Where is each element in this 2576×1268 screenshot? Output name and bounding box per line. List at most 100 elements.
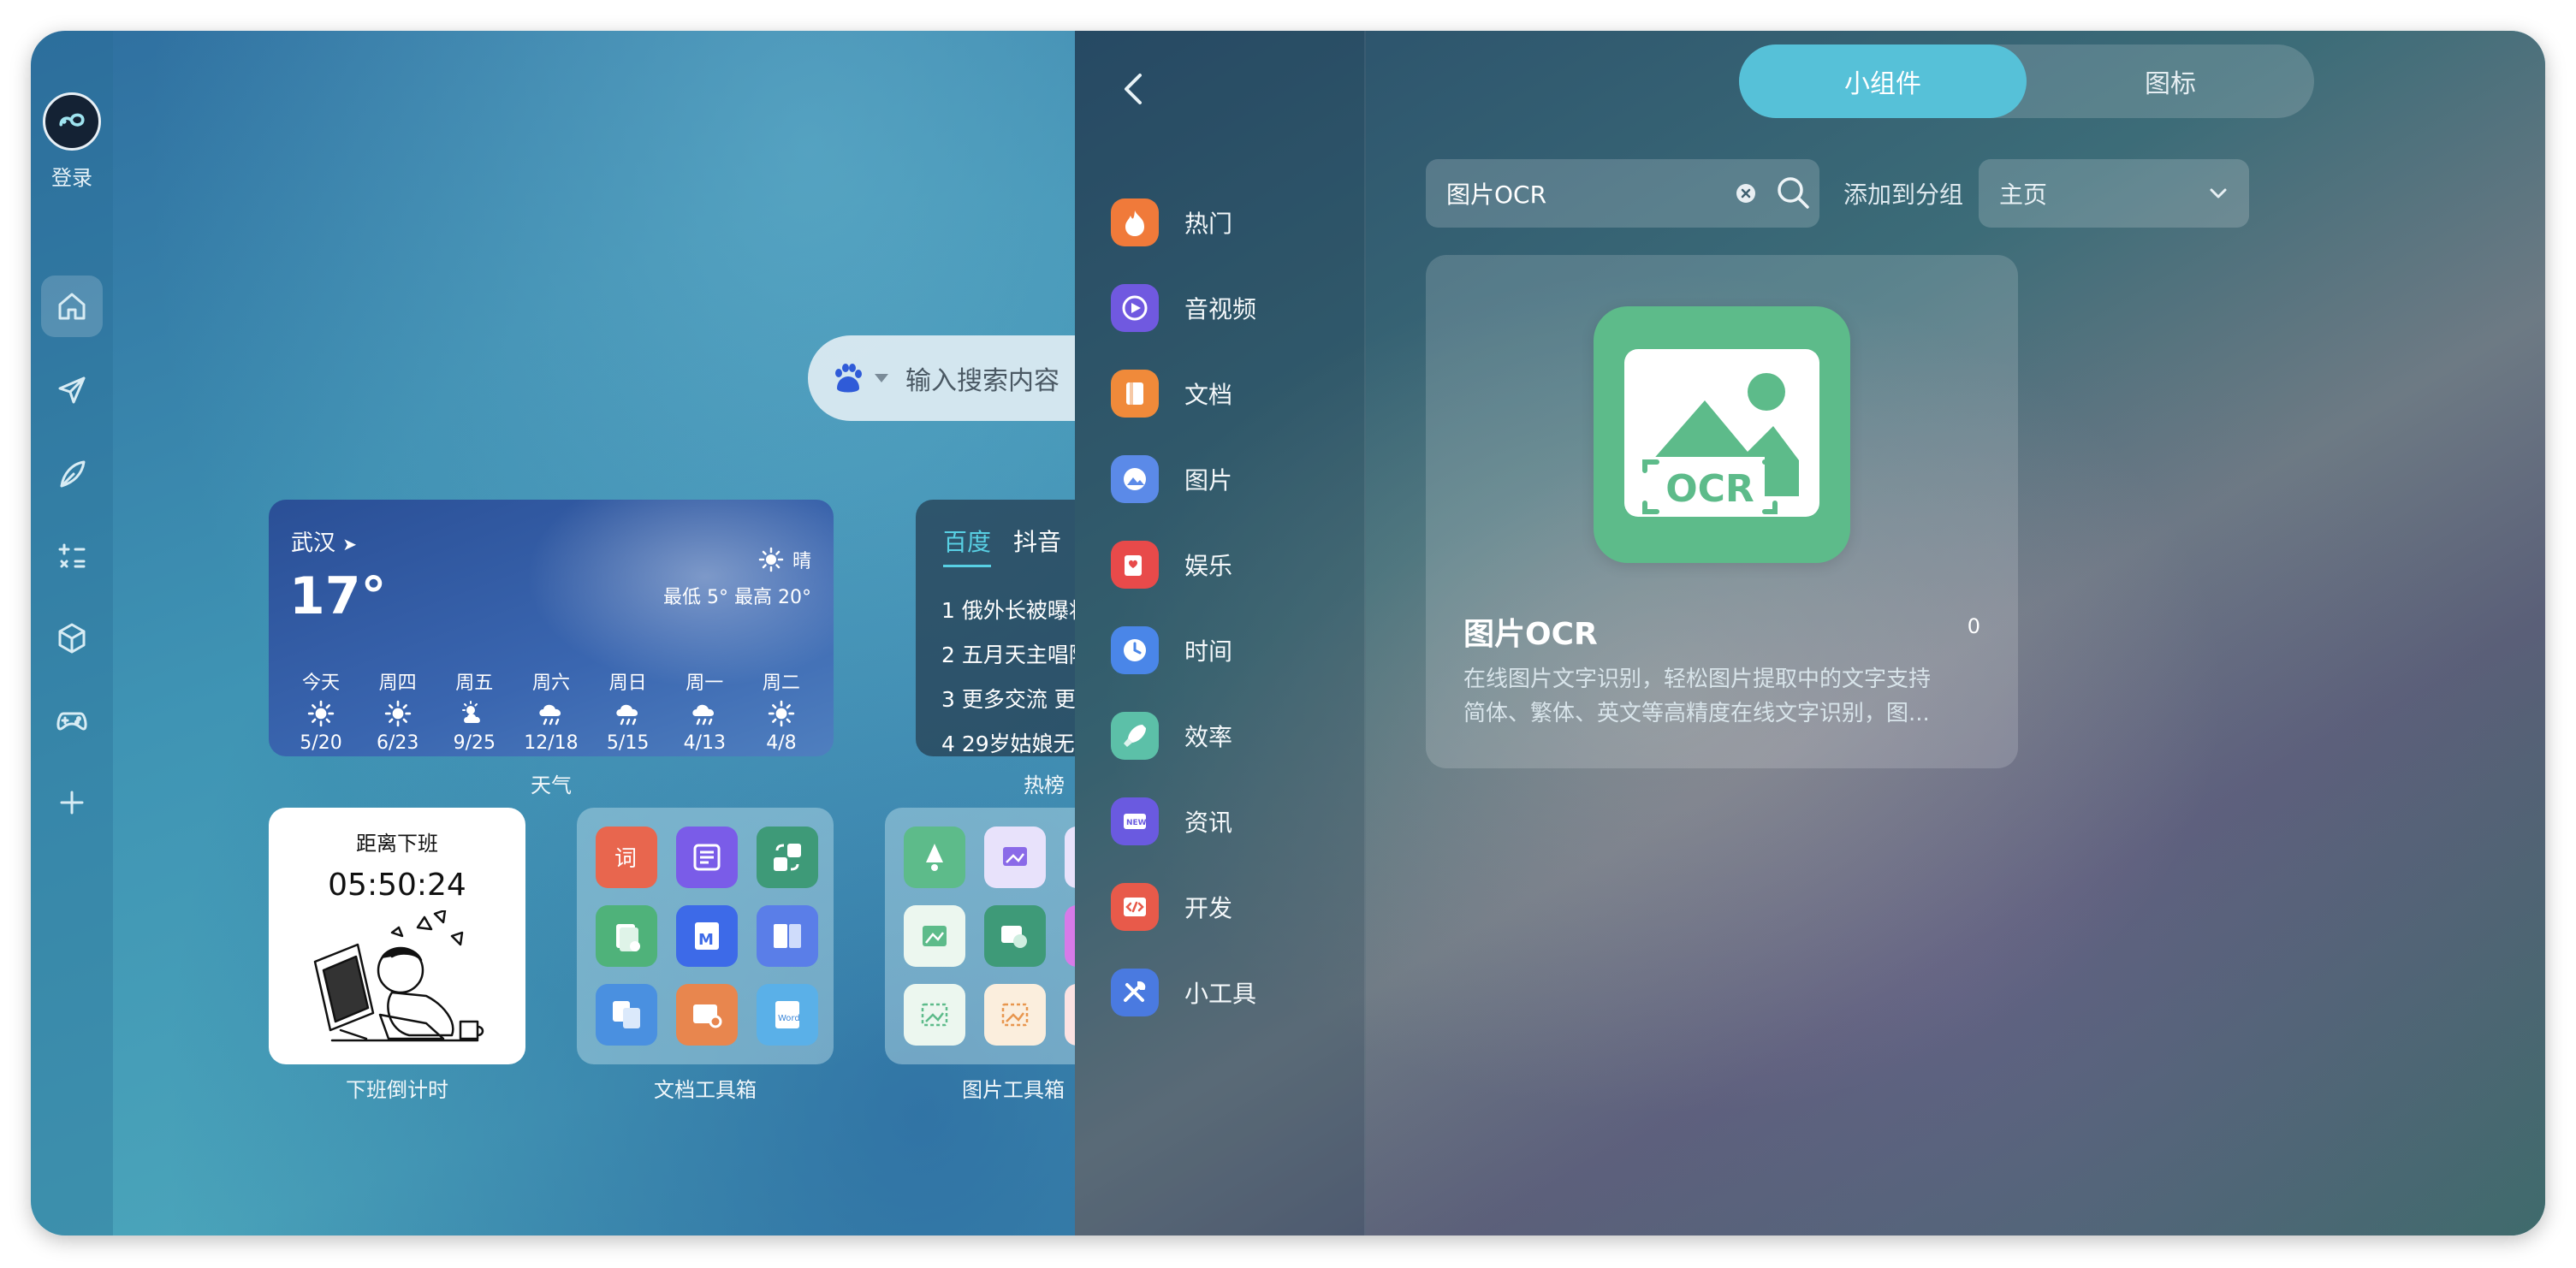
left-rail: 登录	[31, 31, 113, 1235]
forecast-day-name: 周四	[378, 673, 417, 694]
feather-icon[interactable]	[41, 443, 103, 505]
hot-list-item[interactable]: 4 29岁姑娘无症	[941, 722, 1097, 756]
reader-tool-icon[interactable]	[757, 905, 818, 967]
doc-toolbox-widget[interactable]: 词 M Word	[577, 808, 834, 1064]
tab-icons[interactable]: 图标	[2027, 44, 2314, 118]
news-icon: NEW	[1111, 797, 1159, 845]
clock-icon	[1111, 626, 1159, 674]
category-item[interactable]: 时间	[1111, 623, 1232, 678]
category-item[interactable]: 开发	[1111, 880, 1232, 934]
svg-text:Word: Word	[778, 1014, 800, 1023]
search-placeholder[interactable]: 输入搜索内容	[905, 359, 1059, 397]
image-compress-tool-icon[interactable]	[904, 905, 965, 967]
widget-desc-line-1: 在线图片文字识别，轻松图片提取中的文字支持	[1463, 667, 1932, 692]
hot-list-item[interactable]: 3 更多交流 更多	[941, 678, 1097, 722]
code-icon	[1111, 883, 1159, 931]
forecast-day-date: 12/18	[524, 732, 579, 754]
category-label: 开发	[1184, 894, 1233, 922]
category-item[interactable]: 小工具	[1111, 965, 1256, 1020]
doc-toolbox-label: 文档工具箱	[654, 1078, 757, 1102]
clear-icon[interactable]	[1732, 180, 1760, 207]
send-icon[interactable]	[41, 359, 103, 421]
hot-tab[interactable]: 百度	[943, 524, 992, 567]
add-icon[interactable]	[41, 772, 103, 833]
weather-forecast: 今天 5/20 周四 6/23 周五 9/25 周六 12/18 周日 5/15 周一 4…	[284, 667, 818, 754]
countdown-title: 距离下班	[356, 832, 438, 856]
img-toolbox-widget[interactable]	[885, 808, 1126, 1064]
widget-title: 图片OCR	[1463, 617, 1598, 652]
sun-icon	[361, 698, 435, 729]
app-window: 登录 输入搜索内容 武汉 ➤ 17° 晴 最低 5° 最高 20° 今天 5/2…	[31, 31, 2545, 1235]
widget-search-input[interactable]	[1446, 179, 1712, 208]
category-item[interactable]: 热门	[1111, 195, 1232, 250]
image-crop-tool-icon[interactable]	[984, 827, 1046, 888]
back-button[interactable]	[1109, 65, 1157, 113]
weather-range: 最低 5° 最高 20°	[663, 587, 811, 608]
pdf-merge-tool-icon[interactable]	[596, 984, 657, 1046]
category-item[interactable]: 文档	[1111, 366, 1232, 421]
svg-text:M: M	[698, 931, 714, 949]
cards-icon	[1111, 541, 1159, 589]
add-widget-panel: 热门 音视频 文档 图片 娱乐 时间 效率 NEW 资讯 开发 小工具 小组件 图…	[1075, 31, 2545, 1235]
image-convert-tool-icon[interactable]	[984, 984, 1046, 1046]
widget-desc-line-2: 简体、繁体、英文等高精度在线文字识别，图...	[1463, 701, 1930, 726]
ocr-icon-text: OCR	[1665, 467, 1754, 511]
hot-list-item[interactable]: 2 五月天主唱阿	[941, 633, 1097, 678]
gamepad-icon[interactable]	[41, 690, 103, 751]
countdown-widget[interactable]: 距离下班 05:50:24	[269, 808, 525, 1064]
forecast-day-date: 5/20	[300, 732, 342, 754]
partly-cloudy-icon	[437, 698, 511, 729]
countdown-time: 05:50:24	[328, 868, 466, 903]
forecast-day: 周一 4/13	[668, 667, 741, 754]
login-label[interactable]: 登录	[31, 161, 113, 191]
group-select[interactable]: 主页	[1979, 159, 2249, 228]
image-icon	[1111, 455, 1159, 503]
hot-list: 1 俄外长被曝将 2 五月天主唱阿 3 更多交流 更多 4 29岁姑娘无症	[941, 589, 1097, 756]
weather-condition: 晴	[758, 546, 811, 573]
widget-result-card[interactable]: OCR 图片OCR 0 在线图片文字识别，轻松图片提取中的文字支持 简体、繁体、…	[1426, 255, 2018, 768]
forecast-day-name: 周二	[762, 673, 800, 694]
image-resize-tool-icon[interactable]	[904, 984, 965, 1046]
table-search-tool-icon[interactable]	[676, 984, 738, 1046]
countdown-label: 下班倒计时	[346, 1078, 448, 1102]
category-item[interactable]: NEW 资讯	[1111, 794, 1232, 849]
hot-tab[interactable]: 抖音	[1013, 524, 1061, 567]
category-item[interactable]: 图片	[1111, 452, 1232, 507]
category-item[interactable]: 音视频	[1111, 281, 1256, 335]
weather-widget[interactable]: 武汉 ➤ 17° 晴 最低 5° 最高 20° 今天 5/20 周四 6/23 周五…	[269, 500, 834, 756]
image-ocr-tool-icon[interactable]	[984, 905, 1046, 967]
weather-city: 武汉 ➤	[291, 530, 358, 556]
baidu-paw-icon[interactable]	[828, 359, 866, 397]
forecast-day-date: 4/8	[766, 732, 797, 754]
document-icon	[1111, 370, 1159, 418]
forecast-day: 周六 12/18	[514, 667, 588, 754]
weather-temp: 17°	[289, 566, 387, 626]
chevron-left-icon	[1125, 74, 1142, 104]
category-label: 时间	[1184, 637, 1233, 666]
convert-tool-icon[interactable]	[757, 827, 818, 888]
app-logo-icon[interactable]	[43, 92, 101, 151]
pdf-to-word-tool-icon[interactable]: Word	[757, 984, 818, 1046]
sun-icon	[758, 547, 784, 572]
home-icon[interactable]	[41, 276, 103, 337]
category-item[interactable]: 娱乐	[1111, 537, 1232, 592]
hot-list-item[interactable]: 1 俄外长被曝将	[941, 589, 1097, 633]
category-item[interactable]: 效率	[1111, 708, 1232, 763]
forecast-day-date: 9/25	[453, 732, 496, 754]
rocket-icon	[1111, 712, 1159, 760]
cube-icon[interactable]	[41, 607, 103, 669]
vector-tool-icon[interactable]	[904, 827, 965, 888]
word-count-tool-icon[interactable]: 词	[596, 827, 657, 888]
forecast-day-date: 4/13	[683, 732, 726, 754]
tab-widgets[interactable]: 小组件	[1739, 44, 2027, 118]
panel-tab-switch: 小组件 图标	[1739, 44, 2314, 118]
markdown-tool-icon[interactable]: M	[676, 905, 738, 967]
add-to-group-label: 添加到分组	[1843, 181, 1964, 209]
doc-copy-tool-icon[interactable]	[596, 905, 657, 967]
forecast-day: 周二 4/8	[745, 667, 818, 754]
calculator-icon[interactable]	[41, 525, 103, 587]
form-tool-icon[interactable]	[676, 827, 738, 888]
engine-dropdown-caret-icon[interactable]	[875, 374, 888, 382]
search-icon[interactable]	[1773, 173, 1813, 212]
svg-text:NEW: NEW	[1126, 819, 1147, 827]
